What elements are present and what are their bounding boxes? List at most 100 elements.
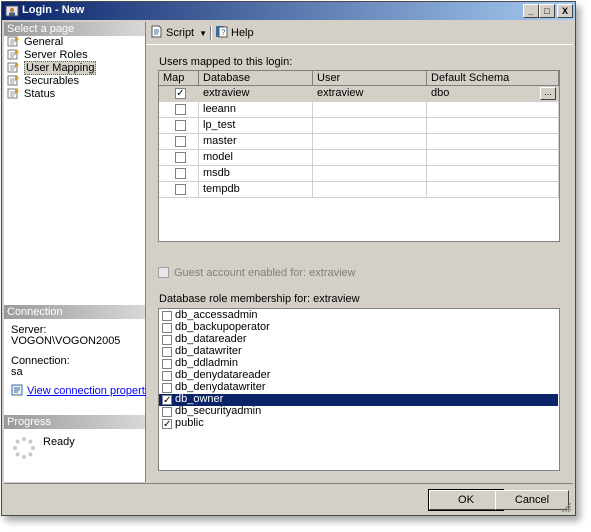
column-header-user[interactable]: User	[313, 71, 427, 86]
progress-header: Progress	[4, 415, 145, 429]
table-row[interactable]: ✓ extraview extraview dbo...	[159, 86, 559, 102]
svg-text:?: ?	[221, 28, 226, 37]
map-cell: ✓	[159, 86, 199, 102]
select-page-header: Select a page	[4, 22, 145, 36]
user-cell[interactable]	[313, 118, 427, 134]
role-checkbox[interactable]	[162, 347, 172, 357]
properties-icon	[11, 384, 23, 396]
toolbar: Script ▼ ? Help	[146, 22, 573, 45]
map-checkbox[interactable]	[175, 152, 186, 163]
database-cell: msdb	[199, 166, 313, 182]
map-checkbox[interactable]	[175, 168, 186, 179]
page-item-securables[interactable]: Securables	[7, 75, 79, 88]
login-icon	[5, 5, 19, 17]
map-checkbox[interactable]: ✓	[175, 88, 186, 99]
role-checkbox[interactable]	[162, 335, 172, 345]
role-checkbox[interactable]	[162, 359, 172, 369]
schema-cell[interactable]	[427, 150, 559, 166]
role-checkbox[interactable]	[162, 323, 172, 333]
page-item-label: User Mapping	[24, 61, 97, 75]
window-title: Login - New	[22, 4, 85, 16]
database-cell: extraview	[199, 86, 313, 102]
page-icon	[7, 36, 19, 47]
help-button[interactable]: ? Help	[215, 25, 254, 41]
table-row[interactable]: model	[159, 150, 559, 166]
schema-cell[interactable]	[427, 182, 559, 198]
schema-cell[interactable]	[427, 118, 559, 134]
column-header-default-schema[interactable]: Default Schema	[427, 71, 559, 86]
role-checkbox[interactable]: ✓	[162, 419, 172, 430]
ok-button[interactable]: OK	[428, 489, 504, 511]
resize-grip-icon[interactable]	[561, 502, 572, 513]
maximize-button[interactable]: □	[539, 4, 555, 18]
column-header-database[interactable]: Database	[199, 71, 313, 86]
database-cell: master	[199, 134, 313, 150]
user-cell[interactable]	[313, 166, 427, 182]
role-checkbox[interactable]	[162, 371, 172, 381]
script-button[interactable]: Script ▼	[150, 25, 207, 41]
role-membership-list: db_accessadmin db_backupoperator db_data…	[158, 308, 560, 471]
progress-spinner-icon	[13, 437, 35, 459]
schema-cell[interactable]	[427, 134, 559, 150]
map-cell	[159, 118, 199, 134]
table-row[interactable]: tempdb	[159, 182, 559, 198]
user-cell[interactable]: extraview	[313, 86, 427, 102]
database-cell: leeann	[199, 102, 313, 118]
table-row[interactable]: leeann	[159, 102, 559, 118]
page-icon	[7, 62, 19, 73]
list-item[interactable]: db_securityadmin	[159, 405, 558, 418]
page-item-status[interactable]: Status	[7, 88, 55, 101]
map-cell	[159, 102, 199, 118]
role-membership-label: Database role membership for: extraview	[159, 293, 360, 305]
page-icon	[7, 49, 19, 60]
login-new-dialog: Login - New _ □ X Select a page General …	[1, 1, 576, 516]
page-item-user-mapping[interactable]: User Mapping	[7, 61, 97, 75]
table-row[interactable]: master	[159, 134, 559, 150]
connection-value: sa	[11, 366, 23, 378]
users-mapped-grid: Map Database User Default Schema ✓ extra…	[158, 70, 560, 242]
right-pane: Script ▼ ? Help Users mapped to this login…	[146, 22, 573, 482]
table-row[interactable]: msdb	[159, 166, 559, 182]
role-checkbox[interactable]	[162, 311, 172, 321]
list-item[interactable]: ✓ public	[159, 417, 558, 430]
page-item-label: Securables	[24, 75, 80, 87]
page-item-general[interactable]: General	[7, 36, 63, 49]
guest-account-checkbox	[158, 267, 169, 278]
role-checkbox[interactable]: ✓	[162, 395, 172, 406]
close-button[interactable]: X	[557, 4, 573, 18]
page-item-label: General	[24, 36, 64, 48]
user-cell[interactable]	[313, 134, 427, 150]
page-item-label: Server Roles	[24, 49, 88, 61]
title-bar[interactable]: Login - New _ □ X	[2, 2, 575, 20]
map-checkbox[interactable]	[175, 184, 186, 195]
guest-account-row: Guest account enabled for: extraview	[158, 267, 356, 279]
map-checkbox[interactable]	[175, 104, 186, 115]
user-cell[interactable]	[313, 102, 427, 118]
left-pane: Select a page General Server Roles User …	[4, 22, 159, 482]
database-cell: tempdb	[199, 182, 313, 198]
schema-value: dbo	[431, 87, 450, 99]
schema-cell[interactable]	[427, 166, 559, 182]
role-label: public	[175, 417, 204, 429]
cancel-button[interactable]: Cancel	[495, 490, 569, 510]
database-cell: lp_test	[199, 118, 313, 134]
browse-schema-button[interactable]: ...	[540, 87, 556, 100]
toolbar-separator	[210, 26, 212, 40]
map-checkbox[interactable]	[175, 136, 186, 147]
map-checkbox[interactable]	[175, 120, 186, 131]
chevron-down-icon[interactable]: ▼	[199, 29, 207, 38]
column-header-map[interactable]: Map	[159, 71, 199, 86]
schema-cell[interactable]: dbo...	[427, 86, 559, 102]
script-icon	[151, 25, 162, 38]
script-label: Script	[166, 27, 195, 39]
map-cell	[159, 182, 199, 198]
user-cell[interactable]	[313, 182, 427, 198]
minimize-button[interactable]: _	[523, 4, 539, 18]
database-cell: model	[199, 150, 313, 166]
role-checkbox[interactable]	[162, 407, 172, 417]
role-checkbox[interactable]	[162, 383, 172, 393]
schema-cell[interactable]	[427, 102, 559, 118]
user-cell[interactable]	[313, 150, 427, 166]
table-row[interactable]: lp_test	[159, 118, 559, 134]
view-connection-properties-link[interactable]: View connection properties	[11, 384, 159, 397]
